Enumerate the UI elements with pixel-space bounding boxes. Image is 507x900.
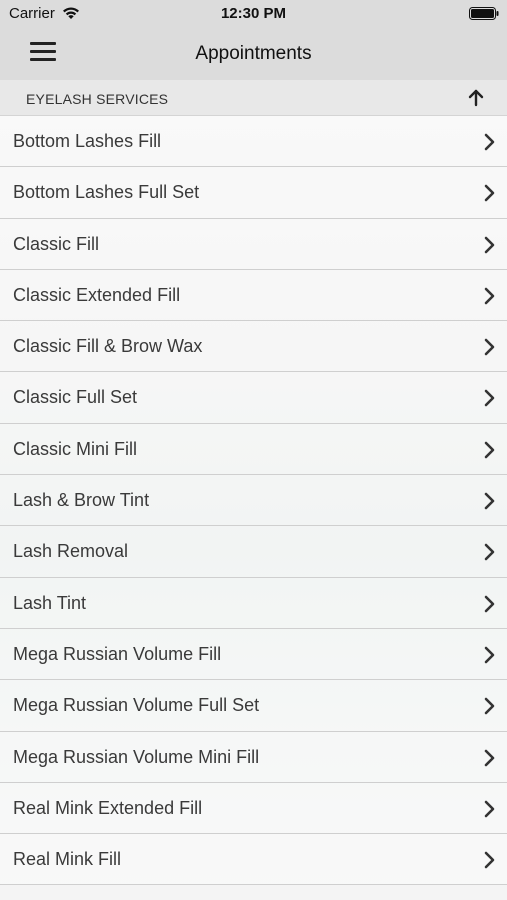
navigation-bar: Appointments bbox=[0, 28, 507, 80]
list-item[interactable]: Bottom Lashes Fill bbox=[0, 116, 507, 168]
service-label: Classic Fill & Brow Wax bbox=[13, 336, 203, 357]
service-label: Classic Mini Fill bbox=[13, 438, 138, 459]
list-item[interactable]: Classic Extended Fill bbox=[0, 269, 507, 322]
chevron-right-icon bbox=[484, 184, 495, 202]
service-label: Real Mink Fill bbox=[13, 849, 122, 870]
service-label: Bottom Lashes Fill bbox=[13, 131, 162, 151]
chevron-right-icon bbox=[484, 749, 495, 766]
chevron-right-icon bbox=[484, 338, 495, 356]
service-label: Mega Russian Volume Mini Fill bbox=[13, 746, 260, 767]
service-label: Mega Russian Volume Fill bbox=[13, 643, 222, 664]
list-item[interactable]: Classic Fill & Brow Wax bbox=[0, 321, 507, 373]
list-item[interactable]: Real Mink Extended Fill bbox=[0, 782, 507, 835]
chevron-right-icon bbox=[484, 133, 495, 151]
chevron-right-icon bbox=[484, 646, 495, 664]
service-label: Classic Extended Fill bbox=[13, 284, 181, 305]
arrow-up-icon[interactable] bbox=[467, 89, 485, 107]
list-item[interactable]: Classic Mini Fill bbox=[0, 423, 507, 476]
chevron-right-icon bbox=[484, 595, 495, 612]
chevron-right-icon bbox=[484, 287, 495, 305]
list-item[interactable]: Bottom Lashes Full Set bbox=[0, 167, 507, 219]
status-bar: Carrier 12:30 PM bbox=[0, 0, 507, 28]
list-item[interactable]: Lash Tint bbox=[0, 577, 507, 629]
chevron-right-icon bbox=[484, 441, 495, 459]
chevron-right-icon bbox=[484, 390, 495, 407]
chevron-right-icon bbox=[484, 851, 495, 869]
list-item[interactable]: Real Mink Fill bbox=[0, 834, 507, 886]
list-item[interactable]: Lash & Brow Tint bbox=[0, 475, 507, 527]
status-time: 12:30 PM bbox=[220, 5, 287, 22]
chevron-right-icon bbox=[484, 236, 495, 253]
list-item[interactable]: Classic Full Set bbox=[0, 372, 507, 424]
service-label: Lash Removal bbox=[13, 541, 129, 562]
section-label: EYELASH SERVICES bbox=[26, 91, 169, 107]
service-label: Classic Fill bbox=[13, 233, 100, 254]
service-label: Classic Full Set bbox=[13, 387, 138, 408]
chevron-right-icon bbox=[484, 697, 495, 715]
battery-icon bbox=[469, 7, 499, 20]
service-label: Lash Tint bbox=[13, 592, 87, 613]
list-item[interactable]: Mega Russian Volume Fill bbox=[0, 628, 507, 681]
list-item[interactable]: Lash Removal bbox=[0, 526, 507, 578]
section-header[interactable]: EYELASH SERVICES bbox=[0, 80, 507, 116]
list-item[interactable]: Mega Russian Volume Mini Fill bbox=[0, 731, 507, 783]
service-label: Lash & Brow Tint bbox=[13, 490, 150, 511]
list-item[interactable]: Classic Fill bbox=[0, 218, 507, 270]
service-label: Bottom Lashes Full Set bbox=[13, 182, 200, 203]
list-item[interactable]: Mega Russian Volume Full Set bbox=[0, 680, 507, 732]
service-label: Mega Russian Volume Full Set bbox=[13, 695, 260, 716]
chevron-right-icon bbox=[484, 492, 495, 510]
service-label: Real Mink Extended Fill bbox=[13, 797, 203, 818]
page-title: Appointments bbox=[195, 43, 312, 64]
chevron-right-icon bbox=[484, 544, 495, 561]
service-list: Bottom Lashes Fill Bottom Lashes Full Set… bbox=[0, 116, 507, 900]
chevron-right-icon bbox=[484, 800, 495, 818]
